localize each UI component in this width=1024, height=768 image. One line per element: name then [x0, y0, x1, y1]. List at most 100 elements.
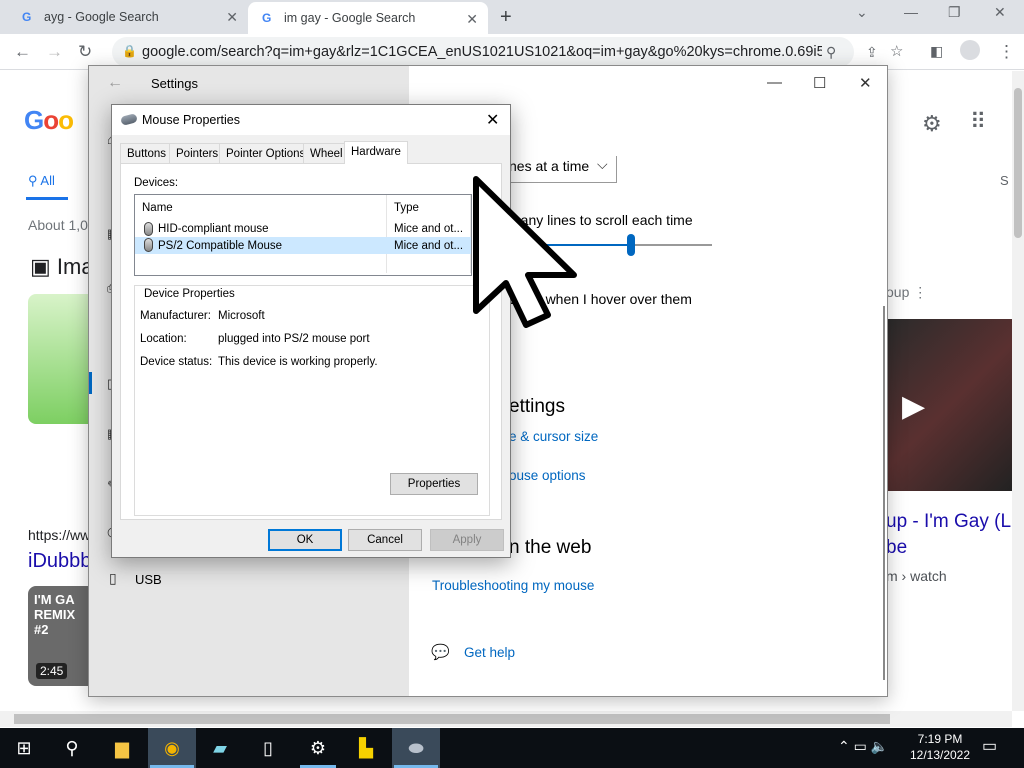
browser-tab-1[interactable]: G ayg - Google Search ✕ — [22, 0, 248, 34]
scroll-lines-dropdown-value: nes at a time — [509, 158, 590, 174]
browser-tab-2[interactable]: G im gay - Google Search ✕ — [248, 2, 488, 34]
ok-button[interactable]: OK — [268, 529, 342, 551]
close-icon[interactable]: ✕ — [486, 110, 499, 130]
sticky-notes-icon[interactable]: ▙ — [342, 728, 390, 768]
video-title-link-line2[interactable]: be — [886, 537, 907, 559]
mouse-properties-dialog: Mouse Properties ✕ Buttons Pointers Poin… — [111, 104, 511, 558]
tab-all-underline — [26, 197, 68, 200]
minimize-icon[interactable]: — — [767, 74, 782, 91]
tab-search-icon[interactable]: ⌄ — [856, 4, 868, 21]
result-stats: About 1,0 — [28, 217, 88, 233]
result-title-link[interactable]: iDubbb — [28, 550, 91, 573]
cursor-size-link[interactable]: e & cursor size — [509, 429, 598, 444]
apps-grid-icon[interactable]: ⠿ — [970, 109, 986, 135]
tab-buttons[interactable]: Buttons — [120, 143, 173, 163]
device-type[interactable]: Mice and ot... — [394, 223, 463, 235]
location-value: plugged into PS/2 mouse port — [218, 333, 370, 345]
close-tab-icon[interactable]: ✕ — [466, 11, 478, 28]
column-separator — [386, 195, 387, 273]
horizontal-scrollbar-thumb[interactable] — [14, 714, 890, 724]
google-doodle-logo[interactable]: Goo — [24, 105, 74, 136]
tab-title: im gay - Google Search — [284, 11, 416, 25]
vertical-scrollbar-thumb[interactable] — [1014, 88, 1022, 238]
chrome-icon[interactable]: ◉ — [148, 728, 196, 768]
mouse-device-icon — [144, 222, 153, 236]
device-name[interactable]: PS/2 Compatible Mouse — [158, 240, 282, 252]
reload-icon[interactable]: ↻ — [78, 42, 92, 62]
new-tab-icon[interactable]: + — [500, 6, 512, 29]
settings-title: Settings — [151, 76, 198, 91]
result-url: https://ww — [28, 527, 91, 543]
manufacturer-key: Manufacturer: — [140, 310, 211, 322]
google-favicon-icon: G — [262, 11, 272, 25]
dialog-title: Mouse Properties — [142, 113, 240, 127]
share-icon[interactable]: ⇪ — [866, 44, 878, 61]
taskbar-clock[interactable]: 7:19 PM 12/13/2022 — [906, 731, 974, 763]
notification-icon[interactable]: ▭ — [982, 736, 997, 756]
document-icon[interactable]: ▯ — [244, 728, 292, 768]
start-windows-icon[interactable]: ⊞ — [0, 728, 48, 768]
close-icon[interactable]: ✕ — [859, 74, 872, 92]
safesearch-label[interactable]: S — [1000, 173, 1009, 188]
play-icon[interactable]: ▶ — [902, 389, 925, 424]
devices-list[interactable] — [134, 194, 472, 276]
gear-icon[interactable]: ⚙ — [922, 111, 942, 137]
device-name[interactable]: HID-compliant mouse — [158, 223, 269, 235]
address-bar[interactable]: 🔒 google.com/search?q=im+gay&rlz=1C1GCEA… — [112, 37, 854, 67]
mouse-options-link[interactable]: ouse options — [509, 468, 586, 483]
minimize-icon[interactable]: — — [904, 4, 918, 20]
forward-icon[interactable]: → — [46, 42, 63, 62]
search-icon[interactable]: ⚲ — [48, 728, 96, 768]
column-header-name[interactable]: Name — [142, 202, 173, 214]
side-panel-icon[interactable]: ◧ — [930, 43, 943, 60]
column-header-type[interactable]: Type — [394, 202, 419, 214]
google-favicon-icon: G — [22, 10, 32, 24]
tab-pointer-options[interactable]: Pointer Options — [219, 143, 313, 163]
location-icon[interactable]: ⚲ — [826, 44, 836, 61]
file-explorer-icon[interactable]: ▆ — [98, 728, 146, 768]
back-arrow-icon[interactable]: ← — [107, 74, 123, 92]
properties-button[interactable]: Properties — [390, 473, 478, 495]
clock-time: 7:19 PM — [917, 732, 963, 746]
lock-icon: 🔒 — [122, 44, 137, 58]
tab-pointers[interactable]: Pointers — [169, 143, 226, 163]
images-heading: ▣ Ima — [30, 254, 94, 279]
notepad-app-icon[interactable]: ▰ — [196, 728, 244, 768]
apply-button[interactable]: Apply — [430, 529, 504, 551]
get-help-link[interactable]: Get help — [464, 645, 515, 660]
url-text: google.com/search?q=im+gay&rlz=1C1GCEA_e… — [142, 44, 822, 60]
close-window-icon[interactable]: ✕ — [994, 4, 1006, 21]
profile-avatar[interactable] — [960, 40, 980, 60]
video-title-link[interactable]: up - I'm Gay (L — [886, 511, 1011, 533]
maximize-icon[interactable]: ☐ — [813, 74, 826, 92]
close-tab-icon[interactable]: ✕ — [226, 9, 238, 26]
status-key: Device status: — [140, 356, 213, 368]
tab-all[interactable]: ⚲ All — [28, 173, 55, 189]
system-tray-icons[interactable]: ⌃ ▭ 🔈 — [838, 738, 888, 755]
tab-wheel[interactable]: Wheel — [303, 143, 350, 163]
settings-gear-icon[interactable]: ⚙ — [294, 728, 342, 768]
sidebar-item-usb[interactable]: USB — [135, 572, 162, 587]
tab-hardware[interactable]: Hardware — [344, 141, 408, 164]
cancel-button[interactable]: Cancel — [348, 529, 422, 551]
browser-tab-strip: G ayg - Google Search ✕ G im gay - Googl… — [0, 0, 1024, 34]
troubleshoot-link[interactable]: Troubleshooting my mouse — [432, 578, 594, 593]
large-mouse-pointer-icon — [473, 176, 577, 328]
chevron-down-icon: ⌵ — [597, 156, 608, 172]
back-icon[interactable]: ← — [14, 42, 31, 62]
help-chat-icon: 💬 — [431, 644, 450, 661]
clock-date: 12/13/2022 — [909, 748, 971, 762]
device-type[interactable]: Mice and ot... — [394, 240, 463, 252]
scroll-lines-slider-thumb[interactable] — [626, 234, 635, 256]
video-group-label: oup ⋮ — [886, 284, 928, 300]
settings-scrollbar[interactable] — [883, 306, 885, 680]
location-key: Location: — [140, 333, 187, 345]
related-settings-heading: ettings — [509, 396, 565, 417]
mouse-properties-taskbar-icon[interactable]: ⬬ — [392, 728, 440, 768]
menu-kebab-icon[interactable]: ⋮ — [998, 42, 1015, 62]
selected-indicator — [89, 372, 92, 394]
device-properties-label: Device Properties — [142, 288, 237, 300]
restore-icon[interactable]: ❐ — [948, 4, 961, 21]
bookmark-star-icon[interactable]: ☆ — [890, 42, 903, 60]
image-thumbnail[interactable] — [28, 294, 90, 424]
